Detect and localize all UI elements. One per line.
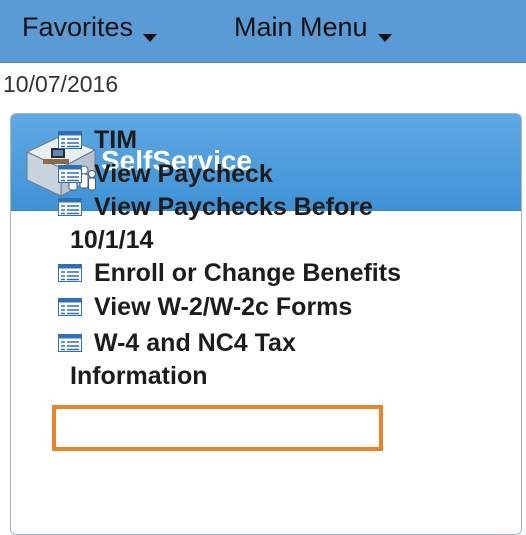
list-page-icon bbox=[58, 298, 82, 316]
link-label[interactable]: W-4 and NC4 Tax bbox=[94, 329, 296, 358]
main-menu[interactable]: Main Menu bbox=[234, 12, 392, 43]
link-label[interactable]: View Paycheck bbox=[94, 160, 273, 189]
highlight-box bbox=[52, 405, 383, 451]
main-menu-label[interactable]: Main Menu bbox=[234, 12, 368, 43]
list-page-icon bbox=[58, 131, 82, 149]
link-label[interactable]: View Paychecks Before bbox=[94, 193, 373, 222]
link-label-continued[interactable]: Information bbox=[70, 362, 208, 391]
link-label[interactable]: Enroll or Change Benefits bbox=[94, 259, 401, 288]
link-label[interactable]: TIM bbox=[94, 126, 137, 155]
link-label[interactable]: View W-2/W-2c Forms bbox=[94, 293, 352, 322]
favorites-menu[interactable]: Favorites bbox=[22, 12, 158, 43]
list-page-icon bbox=[58, 264, 82, 282]
top-menu-bar: Favorites Main Menu bbox=[0, 0, 526, 63]
current-date: 10/07/2016 bbox=[3, 71, 119, 97]
chevron-down-icon[interactable] bbox=[143, 34, 158, 42]
favorites-label[interactable]: Favorites bbox=[22, 12, 133, 43]
list-page-icon bbox=[58, 165, 82, 183]
list-page-icon bbox=[58, 198, 82, 216]
link-label-continued[interactable]: 10/1/14 bbox=[70, 226, 153, 255]
list-page-icon bbox=[58, 334, 82, 352]
chevron-down-icon[interactable] bbox=[377, 34, 392, 42]
